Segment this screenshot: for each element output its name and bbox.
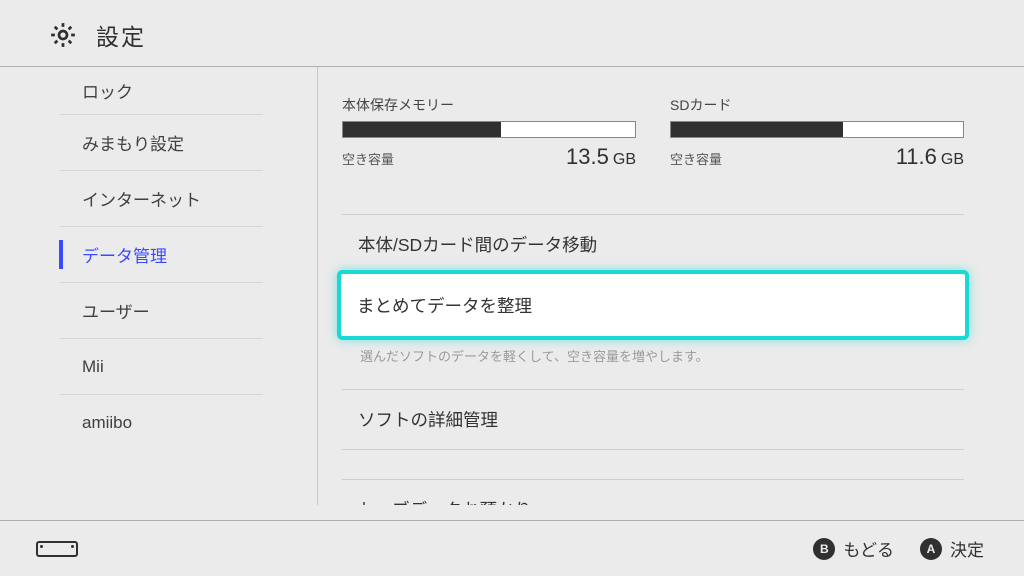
sidebar-item-parental[interactable]: みまもり設定 xyxy=(60,115,263,171)
header: 設定 xyxy=(0,0,1024,67)
storage-sdcard-free-value: 11.6GB xyxy=(896,144,964,170)
option-bulk-manage-caption: 選んだソフトのデータを軽くして、空き容量を増やします。 xyxy=(342,336,964,389)
sidebar-item-label: amiibo xyxy=(82,413,132,433)
sidebar-item-mii[interactable]: Mii xyxy=(60,339,263,395)
sidebar-item-label: ユーザー xyxy=(82,298,150,323)
controller-icon[interactable] xyxy=(36,541,78,557)
sidebar: ロック みまもり設定 インターネット データ管理 ユーザー Mii amiibo xyxy=(0,67,318,505)
sidebar-item-label: ロック xyxy=(82,78,133,103)
footer: B もどる A 決定 xyxy=(0,520,1024,576)
sidebar-item-data-management[interactable]: データ管理 xyxy=(60,227,263,283)
sidebar-item-label: インターネット xyxy=(82,186,201,211)
storage-sdcard-title: SDカード xyxy=(670,95,964,115)
storage-sdcard-bar xyxy=(670,121,964,138)
back-label: もどる xyxy=(843,536,894,561)
sidebar-item-label: みまもり設定 xyxy=(82,130,184,155)
storage-row: 本体保存メモリー 空き容量 13.5GB SDカード 空き容量 xyxy=(342,95,964,170)
a-button-icon: A xyxy=(920,538,942,560)
confirm-label: 決定 xyxy=(950,536,984,561)
storage-system-fill xyxy=(343,122,501,137)
option-bulk-manage[interactable]: まとめてデータを整理 xyxy=(341,274,965,336)
storage-system: 本体保存メモリー 空き容量 13.5GB xyxy=(342,95,636,170)
sidebar-item-amiibo[interactable]: amiibo xyxy=(60,395,263,451)
confirm-hint[interactable]: A 決定 xyxy=(920,536,984,561)
sidebar-item-label: Mii xyxy=(82,357,104,377)
storage-sdcard: SDカード 空き容量 11.6GB xyxy=(670,95,964,170)
page-title: 設定 xyxy=(96,18,146,52)
option-save-data-cloud[interactable]: セーブデータお預かり xyxy=(342,479,964,505)
option-move-data[interactable]: 本体/SDカード間のデータ移動 xyxy=(342,214,964,274)
sidebar-item-user[interactable]: ユーザー xyxy=(60,283,263,339)
back-hint[interactable]: B もどる xyxy=(813,536,894,561)
sidebar-item-internet[interactable]: インターネット xyxy=(60,171,263,227)
option-software-detail[interactable]: ソフトの詳細管理 xyxy=(342,389,964,449)
option-label: ソフトの詳細管理 xyxy=(358,407,498,432)
storage-system-title: 本体保存メモリー xyxy=(342,95,636,115)
settings-gear-icon xyxy=(48,20,78,50)
option-label: まとめてデータを整理 xyxy=(357,293,532,318)
b-button-icon: B xyxy=(813,538,835,560)
storage-system-bar xyxy=(342,121,636,138)
sidebar-item-lock[interactable]: ロック xyxy=(60,67,263,115)
storage-sdcard-free-label: 空き容量 xyxy=(670,149,722,168)
option-label: 本体/SDカード間のデータ移動 xyxy=(358,232,597,257)
storage-system-free-value: 13.5GB xyxy=(566,144,636,170)
storage-system-free-label: 空き容量 xyxy=(342,149,394,168)
option-label: セーブデータお預かり xyxy=(358,497,532,505)
storage-sdcard-fill xyxy=(671,122,843,137)
main-panel: 本体保存メモリー 空き容量 13.5GB SDカード 空き容量 xyxy=(318,67,1024,505)
sidebar-item-label: データ管理 xyxy=(82,242,167,267)
